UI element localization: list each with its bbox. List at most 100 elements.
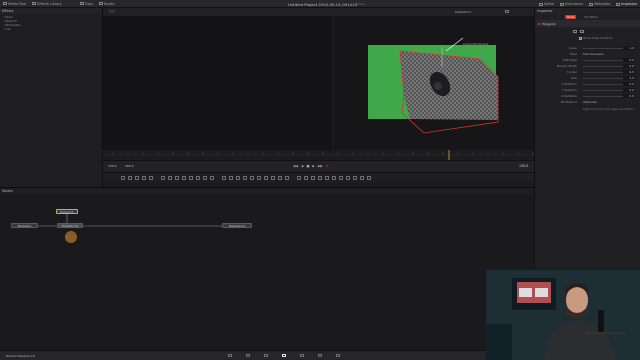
tool-icon[interactable] — [346, 175, 350, 180]
tool-icon[interactable] — [128, 175, 132, 180]
tool-icon[interactable] — [325, 175, 329, 180]
tool-icon[interactable] — [182, 175, 186, 180]
frame-start[interactable]: 130.0 — [108, 164, 117, 168]
field-label: Border Width — [557, 64, 577, 68]
stop-icon[interactable]: ■ — [306, 164, 309, 168]
viewer-options-icon[interactable] — [505, 10, 509, 13]
tool-icon[interactable] — [271, 175, 275, 180]
next-frame-icon[interactable]: ▶▶ — [318, 164, 323, 168]
tool-icon[interactable] — [250, 175, 254, 180]
show-view-controls-checkbox[interactable] — [579, 36, 582, 40]
tool-icon[interactable] — [135, 175, 139, 180]
tab-tools[interactable]: Tools — [565, 15, 577, 19]
field-value-input[interactable]: 0.0 — [623, 63, 635, 68]
left-viewer[interactable] — [103, 16, 332, 150]
tool-icon[interactable] — [203, 175, 207, 180]
tool-icon[interactable] — [243, 175, 247, 180]
field-label: Y Rotation — [561, 88, 577, 92]
tool-icon[interactable] — [353, 175, 357, 180]
spline-button[interactable]: Spline — [538, 2, 554, 6]
field-dropdown[interactable]: Alternate — [583, 100, 635, 104]
tool-icon[interactable] — [311, 175, 315, 180]
nodes-button[interactable]: Nodes — [98, 2, 115, 6]
keyframes-button[interactable]: Keyframes — [560, 2, 583, 6]
inspector-button[interactable]: Inspector — [616, 2, 637, 6]
field-value-input[interactable]: 1.0 — [623, 45, 635, 50]
field-value-input[interactable]: 0.0 — [623, 93, 635, 98]
current-frame[interactable]: 135.0 — [519, 164, 528, 168]
field-value-input[interactable]: 0.0 — [623, 87, 635, 92]
effects-library-icon — [32, 2, 37, 5]
tool-icon[interactable] — [264, 175, 268, 180]
tool-icon[interactable] — [367, 175, 371, 180]
tool-icon[interactable] — [196, 175, 200, 180]
tool-icon[interactable] — [304, 175, 308, 180]
camera-lens — [434, 82, 442, 90]
cut-page-icon[interactable] — [246, 354, 250, 357]
field-value-input[interactable]: 1.0 — [623, 75, 635, 80]
tool-icon[interactable] — [278, 175, 282, 180]
tool-icon[interactable] — [339, 175, 343, 180]
frame-end[interactable]: 200.0 — [125, 164, 134, 168]
node-polygon1[interactable]: Polygon1 — [56, 209, 78, 214]
field-dropdown[interactable]: Fast Gaussian — [583, 52, 635, 56]
tool-icon[interactable] — [121, 175, 125, 180]
field-slider[interactable] — [583, 59, 623, 61]
viewer-zoom-select[interactable] — [109, 10, 115, 13]
loop-icon[interactable]: ⟳ — [326, 164, 329, 168]
tool-icon[interactable] — [210, 175, 214, 180]
metadata-button[interactable]: Metadata — [589, 2, 610, 6]
field-slider[interactable] — [583, 77, 623, 79]
tab-modifiers[interactable]: Modifiers — [584, 15, 598, 19]
effects-library-button[interactable]: Effects Library — [32, 2, 62, 6]
prev-frame-icon[interactable]: ◀◀ — [293, 164, 298, 168]
tool-icon[interactable] — [297, 175, 301, 180]
tool-icon[interactable] — [222, 175, 226, 180]
play-reverse-icon[interactable]: ◀ — [301, 164, 303, 168]
field-slider[interactable] — [583, 65, 623, 67]
clips-button[interactable]: Clips — [79, 2, 93, 6]
tree-item-lua[interactable]: › Lua — [0, 27, 102, 31]
media-page-icon[interactable] — [228, 354, 232, 357]
tool-enable-dot[interactable] — [538, 22, 540, 25]
field-slider[interactable] — [583, 71, 623, 73]
tool-icon[interactable] — [257, 175, 261, 180]
page-bar: DaVinci Resolve 16 — [0, 350, 486, 360]
node-transform1[interactable]: Transform1 — [57, 223, 83, 228]
fusion-page-icon[interactable] — [282, 354, 286, 357]
tool-icon[interactable] — [149, 175, 153, 180]
play-icon[interactable]: ▶ — [312, 164, 314, 168]
color-page-icon[interactable] — [300, 354, 304, 357]
controls-tab-icon[interactable] — [573, 29, 577, 33]
tool-icon[interactable] — [229, 175, 233, 180]
field-value-input[interactable]: 0.5 — [623, 69, 635, 74]
media-pool-button[interactable]: Media Pool — [3, 2, 26, 6]
node-mediain1[interactable]: MediaIn1 — [11, 223, 38, 228]
tool-icon[interactable] — [189, 175, 193, 180]
tool-icon[interactable] — [318, 175, 322, 180]
field-label: Filter — [569, 52, 577, 56]
field-slider[interactable] — [583, 47, 623, 49]
edit-page-icon[interactable] — [264, 354, 268, 357]
tool-icon[interactable] — [168, 175, 172, 180]
right-viewer[interactable]: 1920x1080xfloat32 — [334, 16, 534, 150]
node-mediaout1[interactable]: MediaOut1 — [222, 223, 252, 228]
nodes-panel[interactable]: Nodes MediaIn1 Polygon1 Transform1 Media… — [0, 187, 534, 350]
tool-icon[interactable] — [360, 175, 364, 180]
tool-icon[interactable] — [332, 175, 336, 180]
field-value-input[interactable]: 0.0 — [623, 57, 635, 62]
field-slider[interactable] — [583, 89, 623, 91]
viewer-timeline[interactable] — [103, 150, 534, 160]
tool-icon[interactable] — [161, 175, 165, 180]
tool-icon[interactable] — [236, 175, 240, 180]
field-value-input[interactable]: 0.0 — [623, 81, 635, 86]
tool-icon[interactable] — [285, 175, 289, 180]
fairlight-page-icon[interactable] — [318, 354, 322, 357]
tool-icon[interactable] — [175, 175, 179, 180]
field-slider[interactable] — [583, 83, 623, 85]
field-slider[interactable] — [583, 95, 623, 97]
settings-tab-icon[interactable] — [580, 29, 584, 33]
deliver-page-icon[interactable] — [336, 354, 340, 357]
tool-icon[interactable] — [142, 175, 146, 180]
inspector-hint: Right-click here for shape animation — [583, 107, 634, 111]
